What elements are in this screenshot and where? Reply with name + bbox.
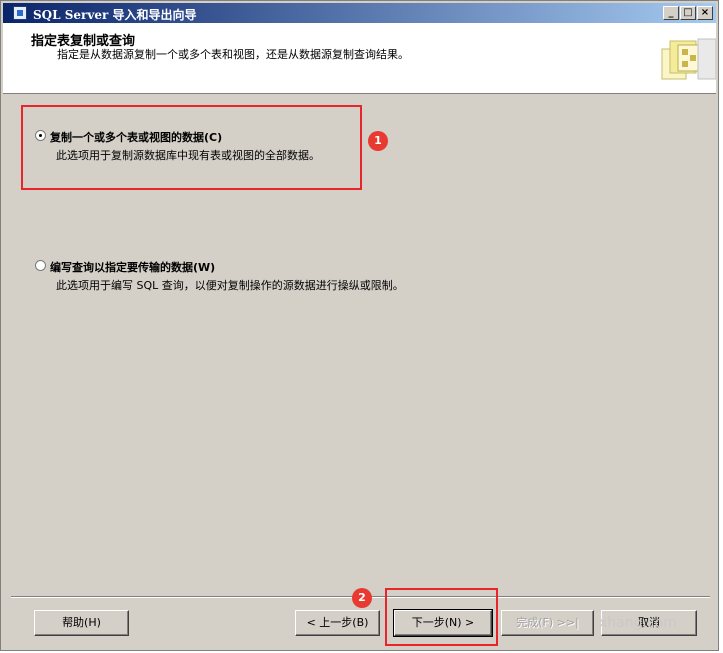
wizard-window: SQL Server 导入和导出向导 _ □ × 指定表复制或查询 指定是从数据… [0, 0, 719, 651]
page-subtitle: 指定是从数据源复制一个或多个表和视图，还是从数据源复制查询结果。 [57, 48, 409, 61]
wizard-header: 指定表复制或查询 指定是从数据源复制一个或多个表和视图，还是从数据源复制查询结果… [3, 23, 716, 94]
option-write-query-description: 此选项用于编写 SQL 查询，以便对复制操作的源数据进行操纵或限制。 [56, 279, 404, 292]
window-title: SQL Server 导入和导出向导 [33, 8, 197, 22]
highlight-box-2 [385, 588, 498, 646]
annotation-badge-1: 1 [368, 131, 388, 151]
title-bar[interactable]: SQL Server 导入和导出向导 _ □ × [3, 3, 716, 23]
watermark: xhang.com [599, 615, 677, 631]
close-button[interactable]: × [697, 6, 713, 20]
help-button[interactable]: 帮助(H) [34, 610, 129, 636]
annotation-badge-2: 2 [352, 588, 372, 608]
app-icon [13, 6, 27, 20]
option-write-query-label[interactable]: 编写查询以指定要传输的数据(W) [50, 259, 215, 275]
radio-write-query[interactable] [35, 260, 46, 271]
finish-button[interactable]: 完成(F) >>| [501, 610, 594, 636]
back-button[interactable]: < 上一步(B) [295, 610, 380, 636]
wizard-banner-icon [661, 38, 716, 80]
highlight-box-1 [21, 105, 362, 190]
maximize-button[interactable]: □ [680, 6, 696, 20]
minimize-button[interactable]: _ [663, 6, 679, 20]
